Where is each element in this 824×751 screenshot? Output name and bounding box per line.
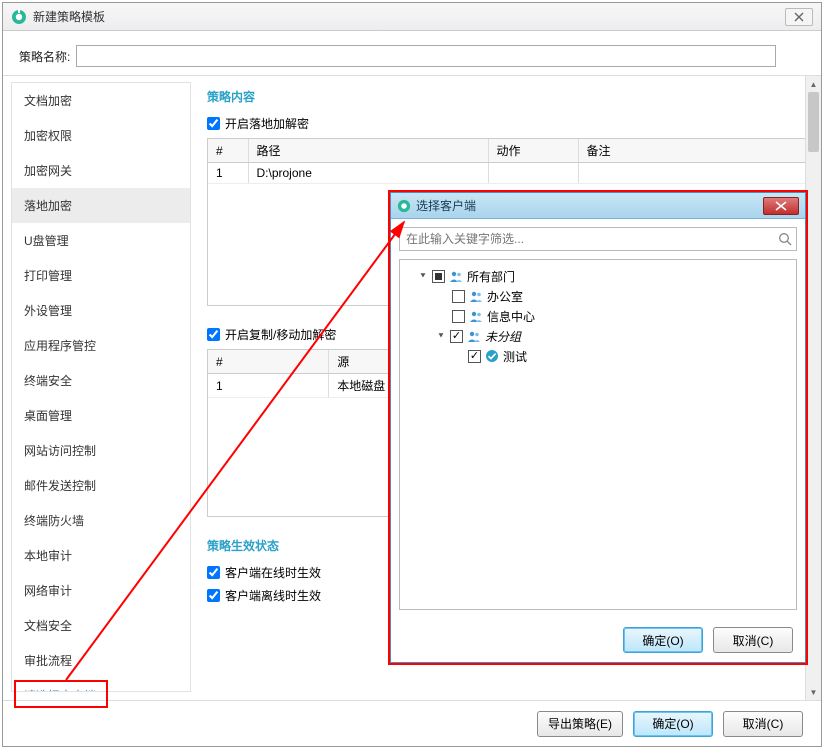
sidebar-item-8[interactable]: 终端安全 — [12, 363, 190, 398]
main-cancel-button[interactable]: 取消(C) — [723, 711, 803, 737]
users-icon — [469, 290, 483, 302]
users-icon — [467, 330, 481, 342]
tree-node-test[interactable]: 测试 — [404, 346, 792, 366]
sub-cancel-button[interactable]: 取消(C) — [713, 627, 793, 653]
status-check-online-label: 客户端在线时生效 — [225, 564, 321, 581]
annotation-link-highlight — [14, 680, 108, 708]
ungrouped-checkbox[interactable] — [450, 330, 463, 343]
t2-h0: # — [208, 350, 329, 374]
tree-root-label: 所有部门 — [467, 268, 515, 285]
tree-infocenter-label: 信息中心 — [487, 308, 535, 325]
sub-search-input[interactable] — [399, 227, 797, 251]
tree-node-office[interactable]: 办公室 — [404, 286, 792, 306]
test-checkbox[interactable] — [468, 350, 481, 363]
sub-app-icon — [397, 199, 411, 213]
status-check-offline-label: 客户端离线时生效 — [225, 587, 321, 604]
policy-name-label: 策略名称: — [19, 48, 70, 65]
export-policy-button[interactable]: 导出策略(E) — [537, 711, 623, 737]
section-content-title: 策略内容 — [207, 88, 813, 105]
sidebar-item-13[interactable]: 本地审计 — [12, 538, 190, 573]
chevron-down-icon[interactable]: ⯆ — [418, 271, 428, 282]
t2-r0c0: 1 — [208, 374, 329, 398]
chevron-down-icon[interactable]: ⯆ — [436, 331, 446, 342]
sidebar: 文档加密 加密权限 加密网关 落地加密 U盘管理 打印管理 外设管理 应用程序管… — [11, 82, 191, 692]
t1-r0c0: 1 — [208, 163, 248, 184]
users-icon — [449, 270, 463, 282]
tree-node-ungrouped[interactable]: ⯆ 未分组 — [404, 326, 792, 346]
t1-r0c2 — [488, 163, 578, 184]
check-copymove[interactable] — [207, 328, 220, 341]
tree-test-label: 测试 — [503, 348, 527, 365]
t1-h0: # — [208, 139, 248, 163]
sub-title-text: 选择客户端 — [416, 197, 763, 214]
main-ok-button[interactable]: 确定(O) — [633, 711, 713, 737]
sidebar-item-0[interactable]: 文档加密 — [12, 83, 190, 118]
t1-h3: 备注 — [578, 139, 812, 163]
titlebar: 新建策略模板 — [3, 3, 821, 31]
sidebar-item-16[interactable]: 审批流程 — [12, 643, 190, 678]
sub-footer: 确定(O) 取消(C) — [391, 618, 805, 662]
sidebar-item-14[interactable]: 网络审计 — [12, 573, 190, 608]
sidebar-item-5[interactable]: 打印管理 — [12, 258, 190, 293]
check-landing-row: 开启落地加解密 — [207, 115, 813, 132]
sub-ok-button[interactable]: 确定(O) — [623, 627, 703, 653]
policy-name-input[interactable] — [76, 45, 776, 67]
search-icon[interactable] — [778, 232, 792, 246]
sidebar-item-9[interactable]: 桌面管理 — [12, 398, 190, 433]
status-check-offline[interactable] — [207, 589, 220, 602]
check-copymove-label: 开启复制/移动加解密 — [225, 326, 336, 343]
sub-search-row — [391, 219, 805, 259]
tree-node-root[interactable]: ⯆ 所有部门 — [404, 266, 792, 286]
sub-titlebar: 选择客户端 — [391, 193, 805, 219]
root-checkbox[interactable] — [432, 270, 445, 283]
window-close-button[interactable] — [785, 8, 813, 26]
t1-r0c1: D:\projone — [248, 163, 488, 184]
select-client-dialog: 选择客户端 ⯆ 所有部门 办公室 信息中心 — [390, 192, 806, 663]
t1-h1: 路径 — [248, 139, 488, 163]
office-checkbox[interactable] — [452, 290, 465, 303]
main-footer: 导出策略(E) 确定(O) 取消(C) — [3, 700, 821, 746]
policy-name-row: 策略名称: — [3, 31, 821, 75]
app-icon — [11, 9, 27, 25]
sidebar-item-3[interactable]: 落地加密 — [12, 188, 190, 223]
tree-ungrouped-label: 未分组 — [485, 328, 521, 345]
sidebar-item-7[interactable]: 应用程序管控 — [12, 328, 190, 363]
check-landing-label: 开启落地加解密 — [225, 115, 309, 132]
status-check-online[interactable] — [207, 566, 220, 579]
scroll-down-icon[interactable]: ▼ — [806, 684, 821, 700]
sidebar-item-1[interactable]: 加密权限 — [12, 118, 190, 153]
sidebar-item-6[interactable]: 外设管理 — [12, 293, 190, 328]
sidebar-item-11[interactable]: 邮件发送控制 — [12, 468, 190, 503]
t1-h2: 动作 — [488, 139, 578, 163]
sidebar-item-2[interactable]: 加密网关 — [12, 153, 190, 188]
tree-node-infocenter[interactable]: 信息中心 — [404, 306, 792, 326]
sidebar-item-10[interactable]: 网站访问控制 — [12, 433, 190, 468]
sub-close-button[interactable] — [763, 197, 799, 215]
infocenter-checkbox[interactable] — [452, 310, 465, 323]
scroll-up-icon[interactable]: ▲ — [806, 76, 821, 92]
sidebar-item-15[interactable]: 文档安全 — [12, 608, 190, 643]
table-row[interactable]: 1 D:\projone — [208, 163, 812, 184]
scroll-thumb[interactable] — [808, 92, 819, 152]
client-tree: ⯆ 所有部门 办公室 信息中心 ⯆ 未分组 测试 — [399, 259, 797, 610]
table1: # 路径 动作 备注 1 D:\projone — [208, 139, 812, 184]
window-title: 新建策略模板 — [33, 8, 785, 25]
users-icon — [469, 310, 483, 322]
sidebar-item-12[interactable]: 终端防火墙 — [12, 503, 190, 538]
t1-r0c3 — [578, 163, 812, 184]
sidebar-item-4[interactable]: U盘管理 — [12, 223, 190, 258]
check-landing[interactable] — [207, 117, 220, 130]
tree-office-label: 办公室 — [487, 288, 523, 305]
globe-check-icon — [485, 349, 499, 363]
